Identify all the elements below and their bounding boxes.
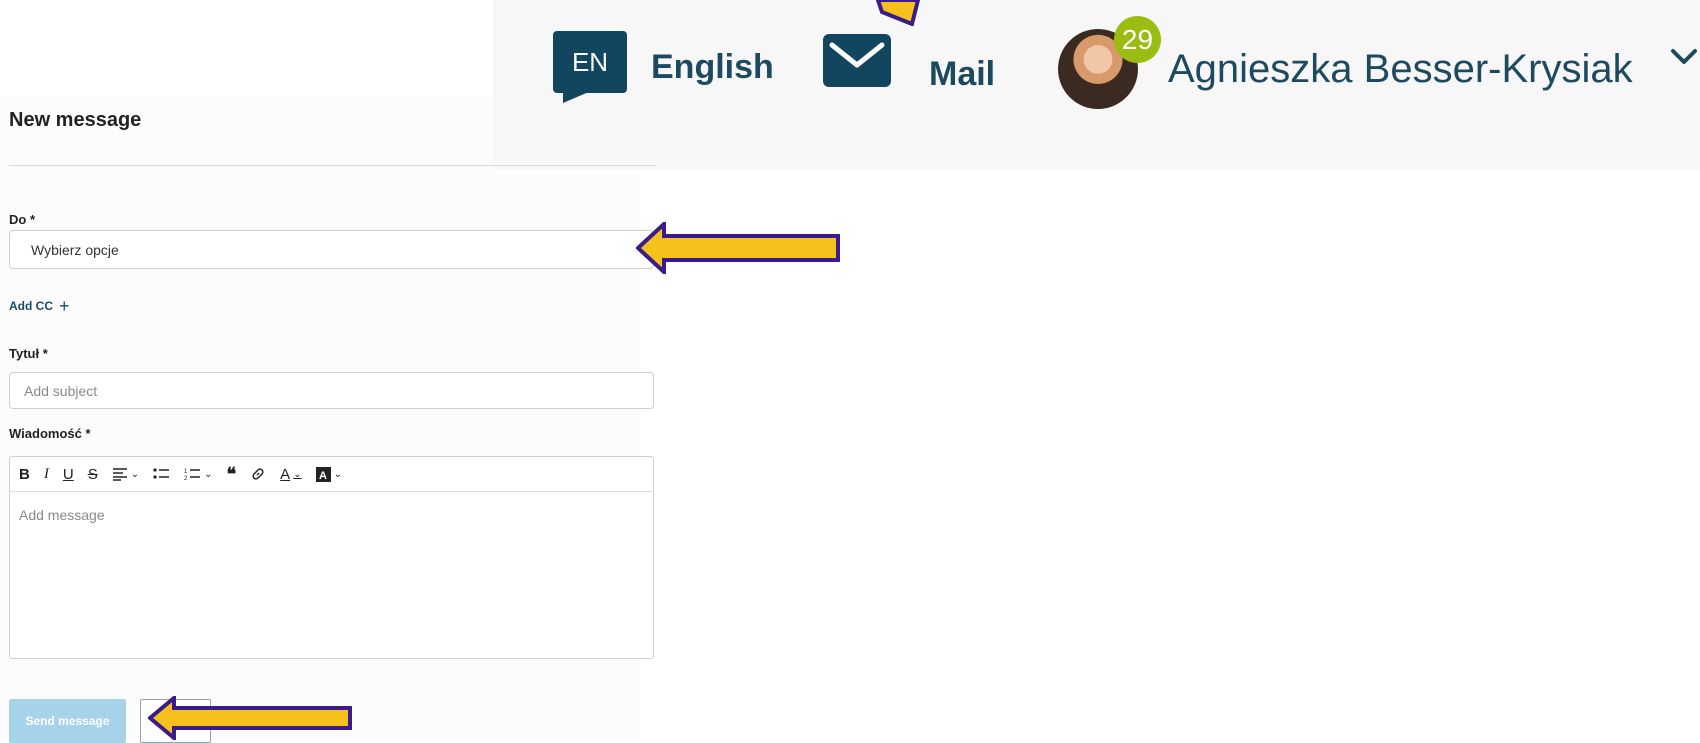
annotation-arrow-mail: [876, 0, 920, 26]
editor-toolbar: B I U S ⌄ 1 2 ⌄ ❝ A ⌄ A ⌄: [10, 457, 653, 492]
annotation-arrow-recipient: [636, 222, 840, 274]
font-color-icon[interactable]: A ⌄: [280, 464, 301, 484]
speech-bubble-tail: [563, 91, 591, 103]
svg-text:2: 2: [184, 476, 188, 481]
underline-icon[interactable]: U: [63, 464, 74, 484]
message-editor[interactable]: B I U S ⌄ 1 2 ⌄ ❝ A ⌄ A ⌄ Add message: [9, 456, 654, 659]
link-icon[interactable]: [250, 464, 266, 484]
language-code: EN: [553, 31, 627, 93]
mail-icon[interactable]: [823, 34, 891, 92]
to-label: Do *: [9, 212, 35, 227]
align-icon[interactable]: ⌄: [112, 464, 139, 484]
page-title: New message: [9, 109, 142, 131]
highlight-icon[interactable]: A ⌄: [315, 464, 342, 484]
numbered-list-icon[interactable]: 1 2 ⌄: [184, 464, 212, 484]
subject-label: Tytuł *: [9, 346, 48, 361]
message-text-area[interactable]: Add message: [10, 492, 653, 538]
subject-input[interactable]: [9, 372, 654, 409]
plus-icon: +: [59, 296, 70, 316]
send-message-button[interactable]: Send message: [9, 699, 126, 743]
svg-text:A: A: [319, 470, 327, 482]
recipient-select-value: Wybierz opcje: [31, 241, 119, 258]
language-badge[interactable]: EN: [553, 31, 627, 103]
bold-icon[interactable]: B: [19, 464, 30, 484]
chevron-down-icon[interactable]: [1670, 48, 1698, 71]
notification-badge[interactable]: 29: [1114, 16, 1161, 63]
italic-icon[interactable]: I: [44, 464, 49, 484]
svg-text:1: 1: [184, 469, 188, 475]
strikethrough-icon[interactable]: S: [88, 464, 98, 484]
divider: [9, 165, 655, 166]
quote-icon[interactable]: ❝: [226, 464, 236, 484]
bullet-list-icon[interactable]: [153, 464, 170, 484]
annotation-arrow-send: [148, 696, 352, 740]
add-cc-label: Add CC: [9, 299, 53, 313]
user-name[interactable]: Agnieszka Besser-Krysiak: [1168, 47, 1633, 92]
mail-label[interactable]: Mail: [929, 55, 995, 94]
language-label[interactable]: English: [651, 48, 774, 87]
message-label: Wiadomość *: [9, 426, 91, 441]
add-cc-button[interactable]: Add CC +: [9, 296, 70, 316]
recipient-select[interactable]: Wybierz opcje: [9, 230, 654, 269]
